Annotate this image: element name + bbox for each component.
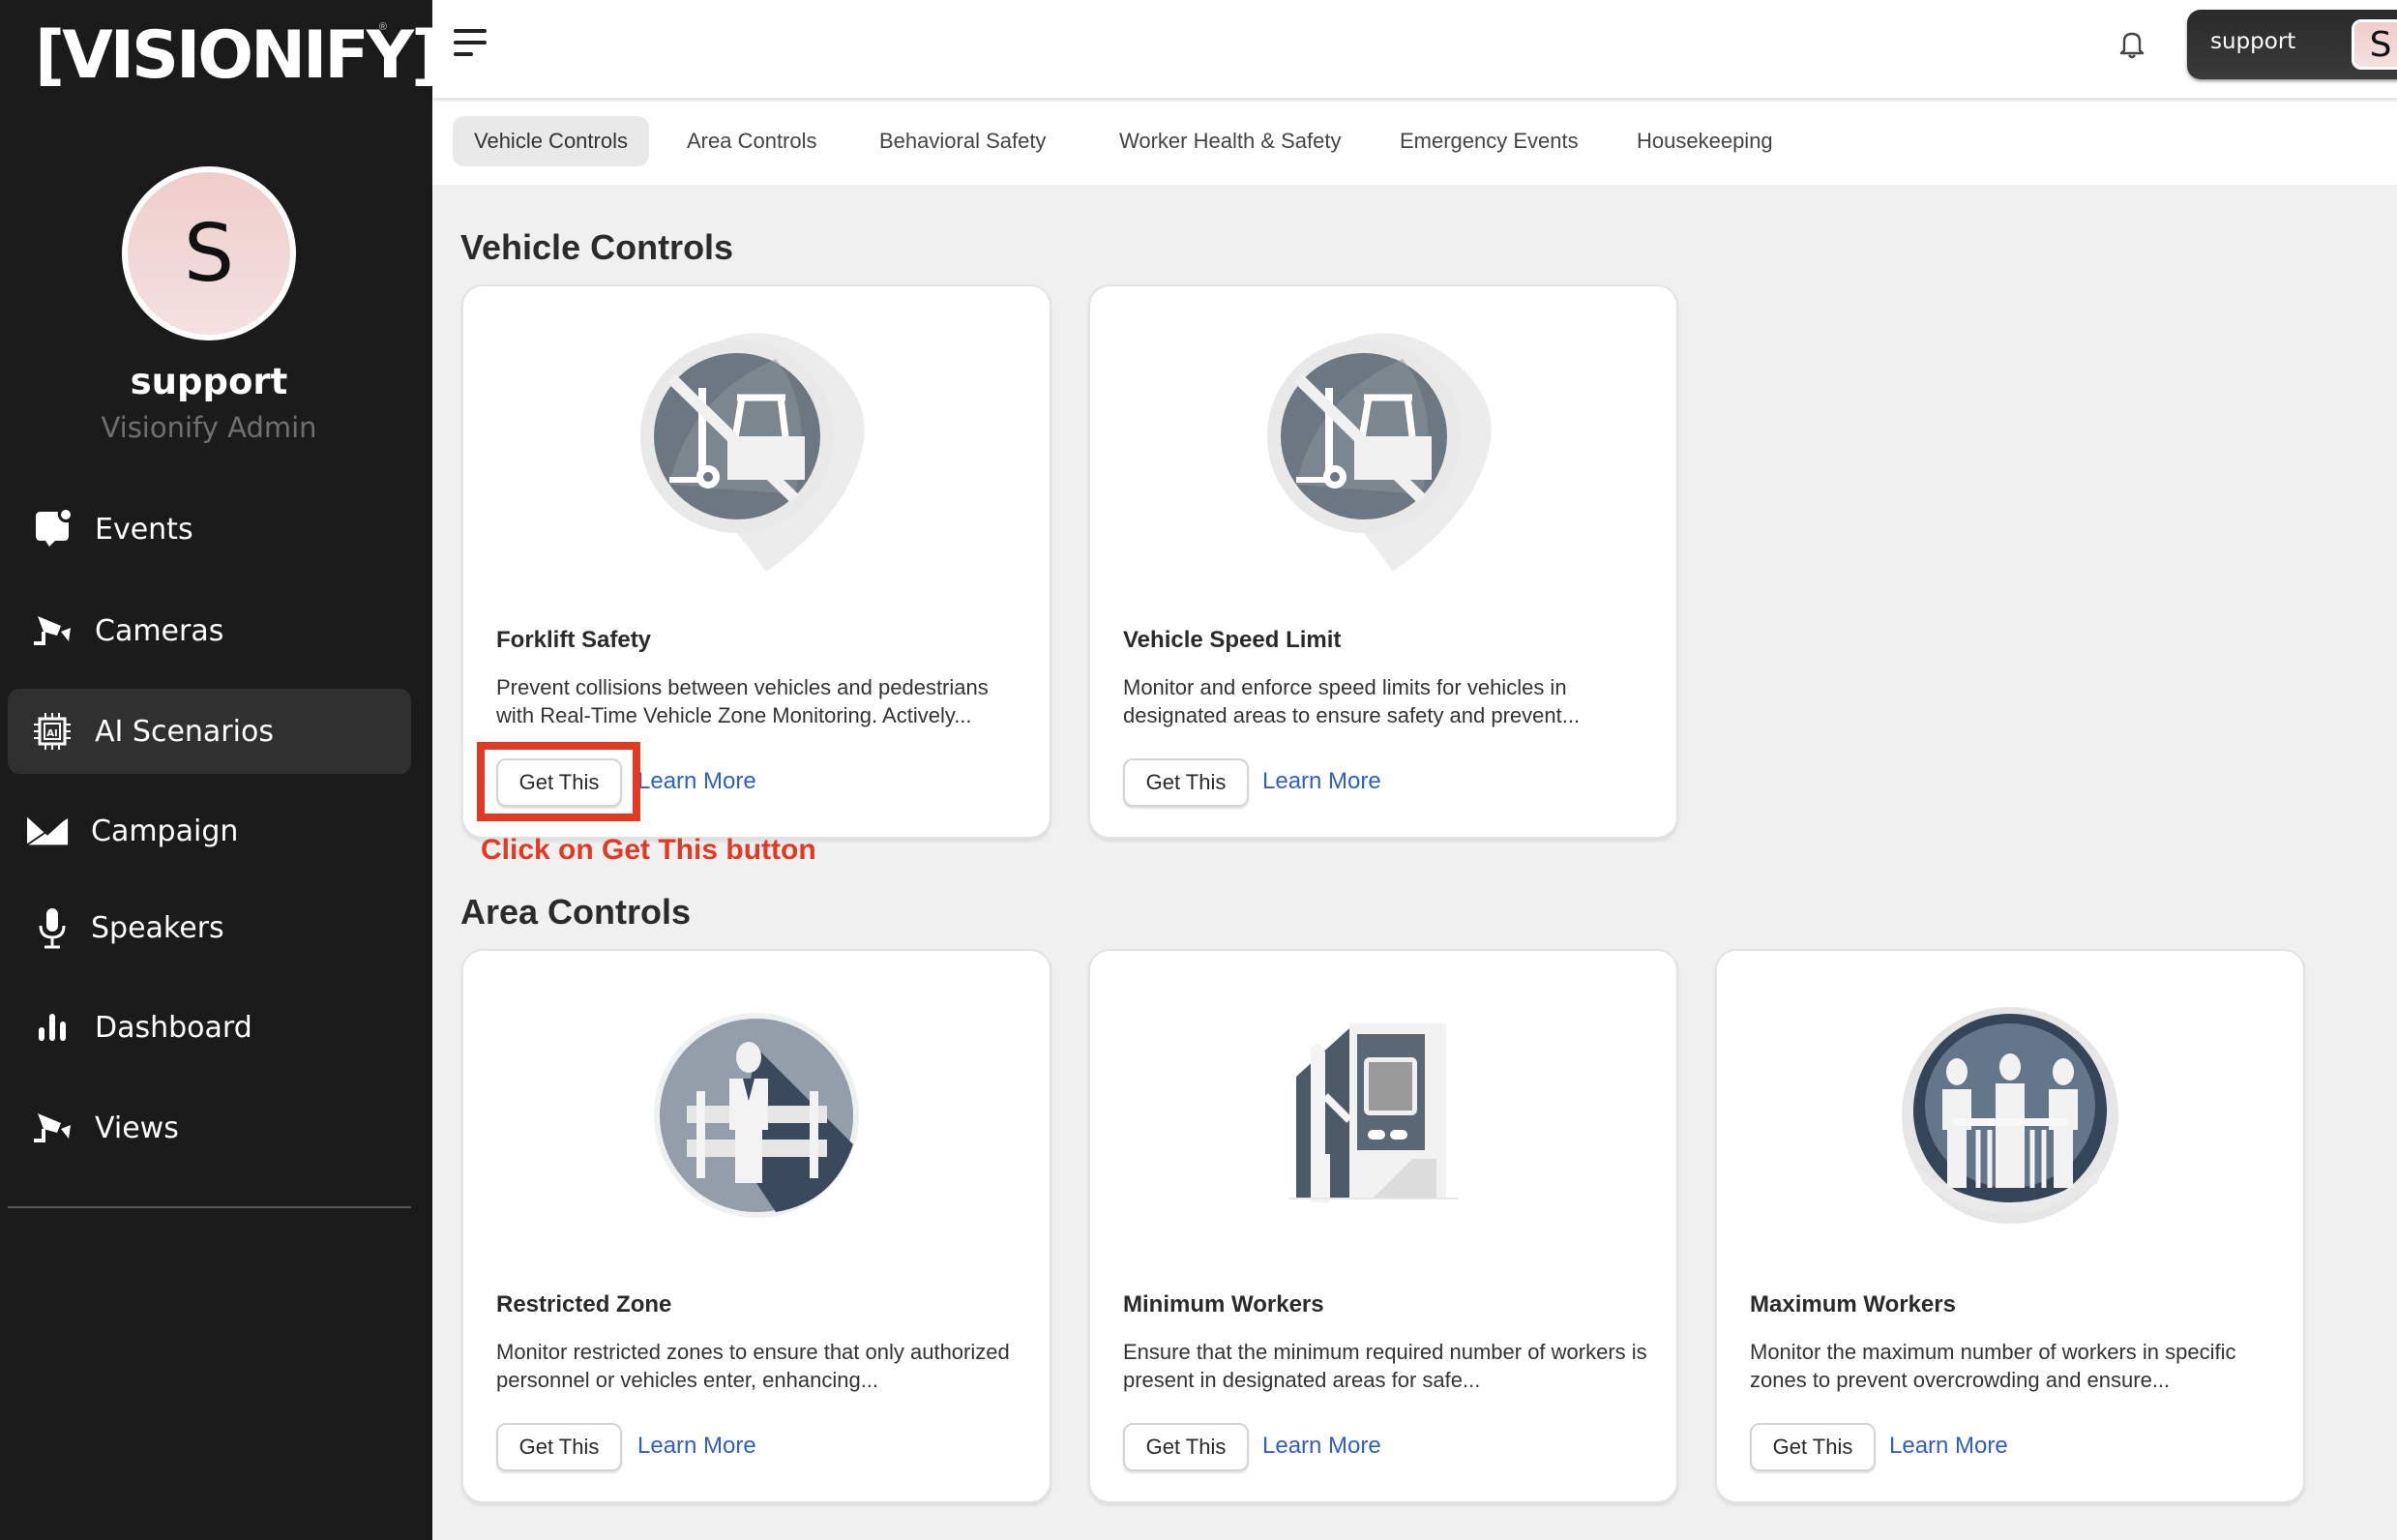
tab-area-controls[interactable]: Area Controls: [666, 116, 839, 166]
get-this-button[interactable]: Get This: [1123, 758, 1249, 807]
user-avatar[interactable]: S: [122, 166, 296, 341]
card-description: Monitor the maximum number of workers in…: [1750, 1340, 2236, 1392]
bar-chart-icon: [31, 1006, 74, 1049]
tab-worker-health-safety[interactable]: Worker Health & Safety: [1098, 116, 1362, 166]
no-forklift-sign-illustration: [463, 315, 1050, 586]
profile-avatar: S: [2352, 19, 2397, 70]
get-this-button[interactable]: Get This: [496, 1423, 622, 1471]
microphone-icon: [31, 906, 74, 949]
hamburger-menu-icon[interactable]: [454, 29, 492, 62]
cctv-camera-icon: [31, 609, 74, 652]
sidebar: [VISIONIFY] ® S support Visionify Admin …: [0, 0, 441, 1540]
sidebar-item-label: Events: [95, 512, 193, 547]
learn-more-link[interactable]: Learn More: [1262, 1433, 1381, 1460]
annotation-highlight-box: [477, 742, 640, 821]
profile-name: support: [2210, 29, 2296, 54]
sidebar-item-label: AI Scenarios: [95, 714, 274, 749]
svg-text:AI: AI: [46, 728, 57, 739]
sidebar-item-cameras[interactable]: Cameras: [8, 588, 411, 673]
get-this-button[interactable]: Get This: [1123, 1423, 1249, 1471]
card-title: Restricted Zone: [496, 1291, 672, 1318]
sidebar-item-events[interactable]: Events: [8, 487, 411, 572]
sidebar-item-speakers[interactable]: Speakers: [8, 885, 411, 970]
top-header: support S: [432, 0, 2397, 100]
sidebar-item-label: Dashboard: [95, 1010, 252, 1045]
user-name: support: [130, 361, 288, 402]
card-description: Prevent collisions between vehicles and …: [496, 675, 989, 727]
sidebar-item-campaign[interactable]: Campaign: [8, 788, 411, 874]
scenario-card-vehicle-speed-limit: Vehicle Speed Limit Monitor and enforce …: [1088, 284, 1678, 839]
profile-menu-button[interactable]: support S: [2187, 10, 2397, 79]
sidebar-item-label: Speakers: [91, 910, 224, 945]
sidebar-item-label: Cameras: [95, 613, 224, 648]
no-forklift-sign-illustration: [1090, 315, 1676, 586]
section-title-vehicle-controls: Vehicle Controls: [460, 227, 734, 267]
tab-housekeeping[interactable]: Housekeeping: [1615, 116, 1794, 166]
user-role: Visionify Admin: [101, 411, 317, 444]
bell-icon[interactable]: [2116, 27, 2148, 60]
visionify-logo[interactable]: [VISIONIFY] ®: [35, 17, 441, 95]
ai-chip-icon: AI: [31, 710, 74, 753]
card-title: Maximum Workers: [1750, 1291, 1956, 1318]
sidebar-item-ai-scenarios[interactable]: AI AI Scenarios: [8, 689, 411, 774]
tab-vehicle-controls[interactable]: Vehicle Controls: [453, 116, 649, 166]
scenario-card-minimum-workers: Minimum Workers Ensure that the minimum …: [1088, 949, 1678, 1503]
scenario-card-restricted-zone: Restricted Zone Monitor restricted zones…: [461, 949, 1051, 1503]
sidebar-divider: [8, 1206, 411, 1208]
learn-more-link[interactable]: Learn More: [637, 768, 756, 795]
envelope-icon: [27, 810, 70, 852]
logo-text: [VISIONIFY]: [35, 17, 441, 94]
card-title: Vehicle Speed Limit: [1123, 627, 1342, 653]
learn-more-link[interactable]: Learn More: [1262, 768, 1381, 795]
scenario-card-maximum-workers: Maximum Workers Monitor the maximum numb…: [1715, 949, 2305, 1503]
annotation-instruction: Click on Get This button: [481, 834, 816, 866]
card-title: Forklift Safety: [496, 627, 652, 653]
card-description: Monitor and enforce speed limits for veh…: [1123, 675, 1581, 727]
card-description: Monitor restricted zones to ensure that …: [496, 1340, 1010, 1392]
cctv-camera-icon: [31, 1107, 74, 1149]
section-title-area-controls: Area Controls: [460, 892, 692, 932]
card-description: Ensure that the minimum required number …: [1123, 1340, 1647, 1392]
card-title: Minimum Workers: [1123, 1291, 1324, 1318]
chat-bubble-notification-icon: [31, 508, 74, 550]
sidebar-item-label: Views: [95, 1111, 179, 1145]
get-this-button[interactable]: Get This: [1750, 1423, 1876, 1471]
person-behind-fence-illustration: [463, 980, 1050, 1251]
sidebar-item-label: Campaign: [91, 814, 239, 848]
worker-at-kiosk-illustration: [1090, 980, 1676, 1251]
three-workers-at-table-illustration: [1717, 980, 2303, 1251]
sidebar-item-dashboard[interactable]: Dashboard: [8, 985, 411, 1070]
category-tabs: Vehicle Controls Area Controls Behaviora…: [432, 102, 2397, 185]
learn-more-link[interactable]: Learn More: [1889, 1433, 2008, 1460]
tab-behavioral-safety[interactable]: Behavioral Safety: [858, 116, 1067, 166]
sidebar-item-views[interactable]: Views: [8, 1085, 411, 1170]
registered-mark: ®: [378, 21, 387, 33]
learn-more-link[interactable]: Learn More: [637, 1433, 756, 1460]
tab-emergency-events[interactable]: Emergency Events: [1378, 116, 1600, 166]
